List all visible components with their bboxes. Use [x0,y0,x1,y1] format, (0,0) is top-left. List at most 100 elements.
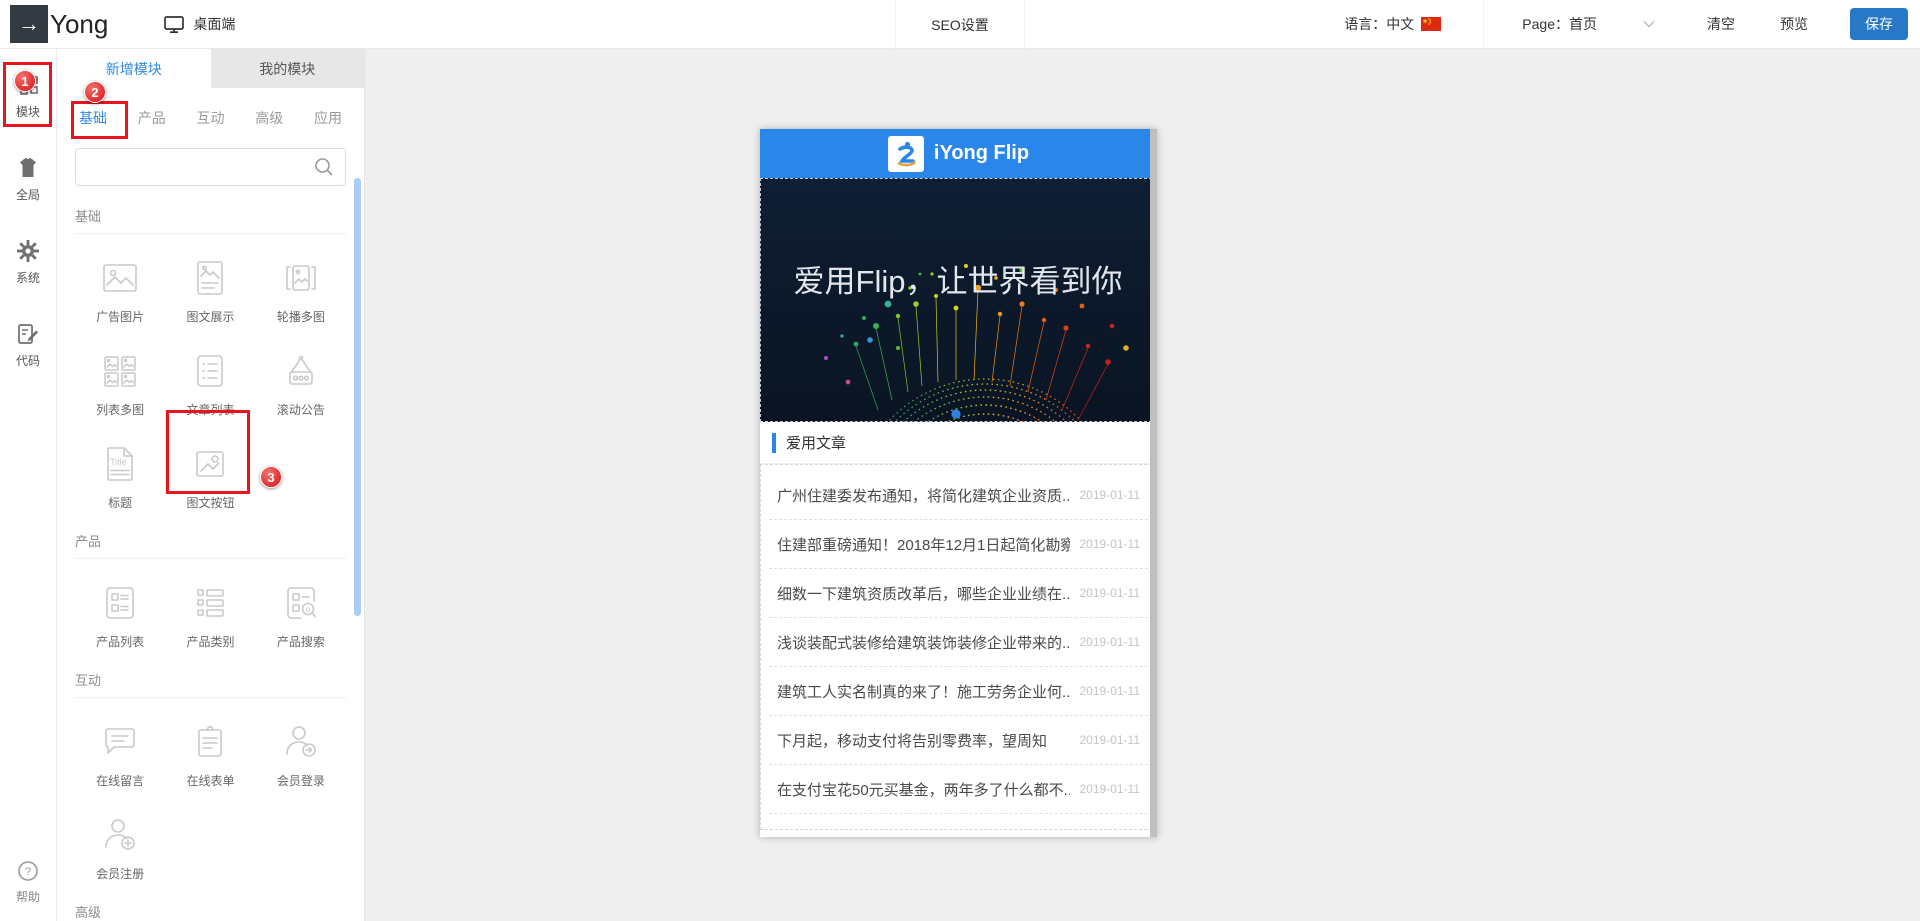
module-item-product-search[interactable]: Q 产品搜索 [256,581,346,650]
module-item-label: 在线留言 [96,772,144,789]
module-item-image-text[interactable]: 图文展示 [165,256,255,325]
article-title: 建筑工人实名制真的来了！施工劳务企业何... [777,681,1070,702]
module-item-form[interactable]: 在线表单 [165,720,255,789]
sidebar-item-modules[interactable]: 模块 [16,73,40,120]
tab-my-modules[interactable]: 我的模块 [211,49,365,88]
article-row[interactable]: 广州住建委发布通知，将简化建筑企业资质... 2019-01-11 [769,471,1148,520]
article-row[interactable]: 浅谈装配式装修给建筑装饰装修企业带来的... 2019-01-11 [769,618,1148,667]
module-item-announcement[interactable]: 滚动公告 [256,349,346,418]
clear-button[interactable]: 清空 [1707,14,1735,34]
svg-text:Q: Q [305,608,310,614]
article-date: 2019-01-11 [1080,684,1141,698]
module-item-image-grid[interactable]: 列表多图 [75,349,165,418]
module-search [75,148,346,186]
module-item-article-list[interactable]: 文章列表 [165,349,255,418]
message-icon [98,720,142,764]
category-interaction[interactable]: 互动 [195,104,227,132]
module-item-label: 在线表单 [186,772,234,789]
section-basic: 基础 广告图片 [57,206,364,511]
module-item-member-register[interactable]: 会员注册 [75,813,165,882]
save-button[interactable]: 保存 [1850,8,1908,40]
article-list-module[interactable]: 广州住建委发布通知，将简化建筑企业资质... 2019-01-11 住建部重磅通… [760,464,1157,830]
search-input[interactable] [76,149,313,185]
question-icon: ? [16,859,40,883]
article-date: 2019-01-11 [1080,635,1141,649]
topbar-right-group: 语言：中文 Page：首页 [1344,0,1920,49]
section-interaction: 互动 在线留言 [57,670,364,882]
category-product[interactable]: 产品 [136,104,168,132]
module-item-label: 产品类别 [186,633,234,650]
module-item-ad-image[interactable]: 广告图片 [75,256,165,325]
module-item-product-category[interactable]: 产品类别 [165,581,255,650]
sidebar-item-label: 系统 [16,269,40,286]
category-apps[interactable]: 应用 [312,104,344,132]
category-basic[interactable]: 基础 [77,104,109,132]
device-label: 桌面端 [193,14,235,34]
form-icon [188,720,232,764]
category-advanced[interactable]: 高级 [253,104,285,132]
preview-header-module[interactable]: iYong Flip [760,129,1157,178]
tab-new-modules[interactable]: 新增模块 [57,49,211,88]
article-row[interactable]: 下月起，移动支付将告别零费率，望周知 2019-01-11 [769,716,1148,765]
svg-text:?: ? [25,866,31,878]
article-title: 在支付宝花50元买基金，两年多了什么都不... [777,779,1070,800]
section-title: 高级 [75,902,346,921]
module-item-label: 轮播多图 [277,308,325,325]
panel-tabs: 新增模块 我的模块 [57,49,364,88]
code-doc-icon [16,322,40,346]
article-row[interactable]: 细数一下建筑资质改革后，哪些企业业绩在... 2019-01-11 [769,569,1148,618]
article-row[interactable]: 在支付宝花50元买基金，两年多了什么都不... 2019-01-11 [769,765,1148,814]
module-item-label: 图文展示 [186,308,234,325]
page-selector[interactable]: Page：首页 [1522,14,1655,34]
member-register-icon [98,813,142,857]
module-item-carousel[interactable]: 轮播多图 [256,256,346,325]
main-body: 模块 全局 [0,49,1920,921]
member-login-icon [279,720,323,764]
brand-arrow-icon: → [10,5,48,43]
topbar-divider [1483,0,1484,48]
module-item-label: 会员登录 [277,772,325,789]
announcement-icon [279,349,323,393]
sidebar-item-label: 全局 [16,186,40,203]
title-icon: Title [98,442,142,486]
article-title: 广州住建委发布通知，将简化建筑企业资质... [777,485,1070,506]
module-item-title[interactable]: Title 标题 [75,442,165,511]
brand-logo: → Yong [10,5,108,43]
module-item-label: 产品搜索 [277,633,325,650]
module-item-product-list[interactable]: 产品列表 [75,581,165,650]
section-title: 产品 [75,531,346,559]
sidebar-item-code[interactable]: 代码 [16,322,40,369]
preview-scrollbar[interactable] [1150,129,1157,837]
svg-text:Title: Title [110,457,127,467]
language-selector[interactable]: 语言：中文 [1344,14,1441,34]
seo-settings-button[interactable]: SEO设置 [895,0,1025,49]
language-label: 语言：中文 [1344,14,1414,34]
gear-icon [16,239,40,263]
panel-scrollbar[interactable] [354,178,361,616]
article-row[interactable]: 建筑工人实名制真的来了！施工劳务企业何... 2019-01-11 [769,667,1148,716]
carousel-icon [279,256,323,300]
article-section-title: 爱用文章 [786,432,846,453]
hero-image-module[interactable]: 爱用Flip，让世界看到你 [760,178,1157,422]
search-icon[interactable] [313,156,335,178]
site-logo-icon [888,136,924,172]
article-title: 细数一下建筑资质改革后，哪些企业业绩在... [777,583,1070,604]
image-button-icon [188,442,232,486]
hero-headline: 爱用Flip，让世界看到你 [794,264,1123,299]
image-grid-icon [98,349,142,393]
article-title: 住建部重磅通知！2018年12月1日起简化勘察... [777,534,1070,555]
article-section-title-module[interactable]: 爱用文章 [760,422,1157,464]
article-date: 2019-01-11 [1080,733,1141,747]
module-item-member-login[interactable]: 会员登录 [256,720,346,789]
module-item-message[interactable]: 在线留言 [75,720,165,789]
article-row[interactable]: 住建部重磅通知！2018年12月1日起简化勘察... 2019-01-11 [769,520,1148,569]
device-switcher-desktop[interactable]: 桌面端 [163,14,235,34]
site-preview: iYong Flip [760,129,1157,837]
sidebar-item-global[interactable]: 全局 [16,156,40,203]
preview-button[interactable]: 预览 [1780,14,1808,34]
sidebar-item-help[interactable]: ? 帮助 [16,859,40,905]
module-item-image-button[interactable]: 图文按钮 [165,442,255,511]
section-advanced: 高级 [57,902,364,921]
sidebar-item-system[interactable]: 系统 [16,239,40,286]
module-item-label: 产品列表 [96,633,144,650]
